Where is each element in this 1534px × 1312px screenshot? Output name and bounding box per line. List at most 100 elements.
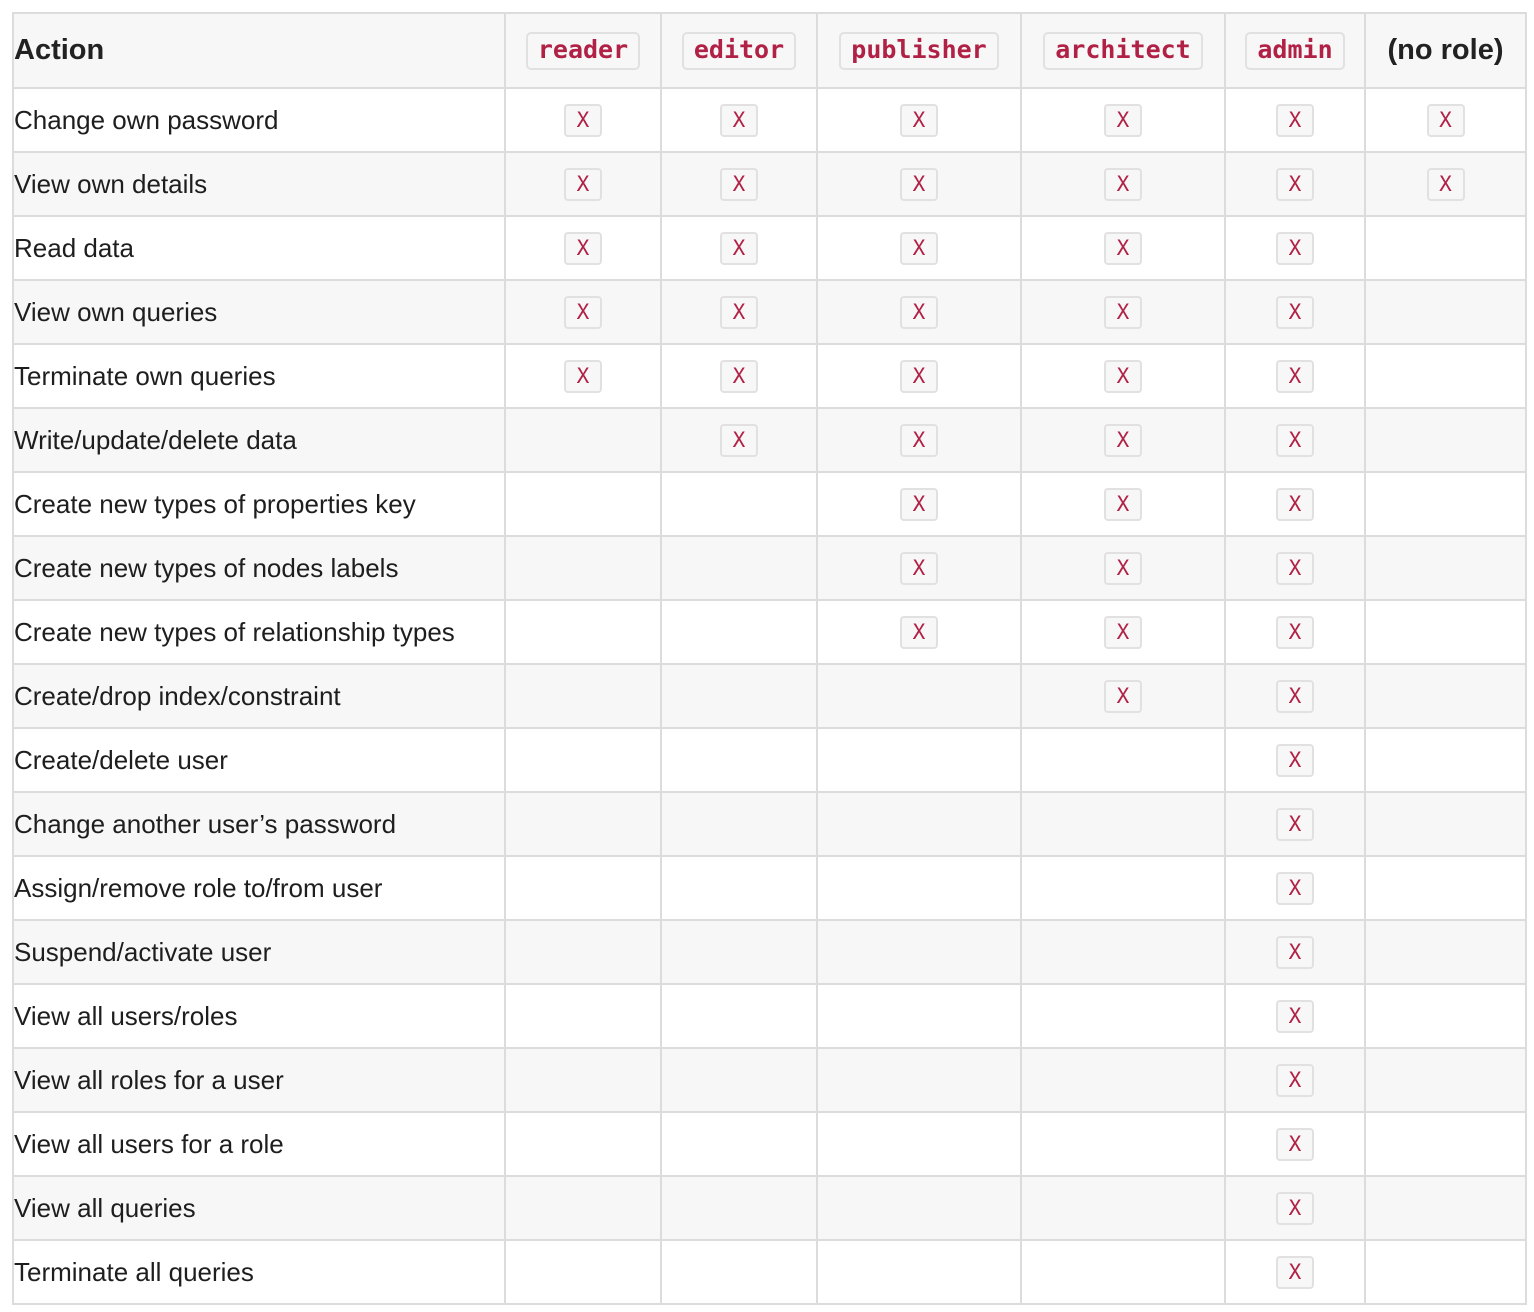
permission-cell-admin: X [1224, 855, 1366, 921]
permission-mark: X [720, 104, 758, 137]
permission-cell-publisher [816, 727, 1022, 793]
column-header-editor: editor [660, 12, 818, 89]
table-row: View own queries X X X X X [12, 279, 1527, 345]
table-row: Read data X X X X X [12, 215, 1527, 281]
permission-mark: X [1276, 808, 1314, 841]
role-code-architect: architect [1043, 31, 1203, 70]
role-code-publisher: publisher [839, 31, 999, 70]
permission-cell-reader: X [504, 279, 662, 345]
permission-cell-architect [1020, 1175, 1226, 1241]
permission-cell-reader [504, 599, 662, 665]
permission-mark: X [1104, 488, 1142, 521]
permission-mark: X [1104, 552, 1142, 585]
permission-cell-editor [660, 663, 818, 729]
permission-cell-editor [660, 1175, 818, 1241]
permission-cell-no-role [1364, 663, 1527, 729]
permission-cell-publisher [816, 1239, 1022, 1305]
permission-mark: X [900, 424, 938, 457]
column-header-admin: admin [1224, 12, 1366, 89]
role-code-admin: admin [1245, 31, 1345, 70]
action-cell: Create/delete user [12, 727, 506, 793]
permission-cell-reader [504, 1047, 662, 1113]
permission-mark: X [900, 104, 938, 137]
action-cell: View own details [12, 151, 506, 217]
permission-mark: X [1276, 552, 1314, 585]
permission-cell-editor [660, 1111, 818, 1177]
table-row: Terminate all queries X [12, 1239, 1527, 1305]
permission-mark: X [1276, 424, 1314, 457]
role-permissions-table: Action reader editor publisher architect… [12, 12, 1527, 1305]
permission-mark: X [900, 360, 938, 393]
table-row: Suspend/activate user X [12, 919, 1527, 985]
permission-mark: X [900, 296, 938, 329]
permission-cell-reader [504, 471, 662, 537]
permission-cell-editor [660, 791, 818, 857]
permission-cell-reader: X [504, 87, 662, 153]
permission-mark: X [720, 296, 758, 329]
table-row: Create new types of nodes labels X X X [12, 535, 1527, 601]
permission-cell-editor [660, 599, 818, 665]
role-code-editor: editor [681, 31, 797, 70]
permission-cell-publisher: X [816, 343, 1022, 409]
permission-mark: X [1276, 168, 1314, 201]
permission-cell-publisher [816, 791, 1022, 857]
permission-mark: X [1276, 1064, 1314, 1097]
action-cell: Terminate all queries [12, 1239, 506, 1305]
permission-cell-admin: X [1224, 919, 1366, 985]
table-row: Create/drop index/constraint X X [12, 663, 1527, 729]
table-row: Change another user’s password X [12, 791, 1527, 857]
permission-cell-reader: X [504, 151, 662, 217]
permission-mark: X [1276, 680, 1314, 713]
permission-cell-architect [1020, 983, 1226, 1049]
permission-cell-admin: X [1224, 87, 1366, 153]
permission-cell-no-role [1364, 343, 1527, 409]
action-cell: View all users for a role [12, 1111, 506, 1177]
permission-mark: X [720, 424, 758, 457]
permission-cell-admin: X [1224, 343, 1366, 409]
permission-cell-editor [660, 1047, 818, 1113]
permission-mark: X [1276, 936, 1314, 969]
permission-mark: X [900, 488, 938, 521]
permission-mark: X [720, 168, 758, 201]
permission-cell-architect: X [1020, 471, 1226, 537]
permission-cell-architect: X [1020, 343, 1226, 409]
permission-mark: X [564, 168, 602, 201]
table-row: View all users for a role X [12, 1111, 1527, 1177]
permission-cell-publisher: X [816, 535, 1022, 601]
permission-cell-reader: X [504, 343, 662, 409]
permission-cell-publisher: X [816, 599, 1022, 665]
permission-mark: X [1104, 680, 1142, 713]
permission-cell-editor: X [660, 343, 818, 409]
permission-cell-reader [504, 919, 662, 985]
permission-cell-editor [660, 1239, 818, 1305]
permission-cell-editor [660, 535, 818, 601]
permission-mark: X [1276, 616, 1314, 649]
permission-mark: X [900, 616, 938, 649]
permission-cell-reader [504, 1111, 662, 1177]
table-row: Change own password X X X X X X [12, 87, 1527, 153]
permission-mark: X [1104, 616, 1142, 649]
permission-cell-no-role [1364, 279, 1527, 345]
permission-cell-publisher [816, 1175, 1022, 1241]
permission-cell-reader [504, 983, 662, 1049]
permission-cell-publisher [816, 1111, 1022, 1177]
permission-cell-editor: X [660, 215, 818, 281]
permission-cell-no-role: X [1364, 87, 1527, 153]
permission-cell-admin: X [1224, 1047, 1366, 1113]
column-header-no-role: (no role) [1364, 12, 1527, 89]
permission-cell-editor [660, 919, 818, 985]
permission-cell-architect [1020, 919, 1226, 985]
permission-cell-no-role [1364, 983, 1527, 1049]
permission-cell-publisher: X [816, 87, 1022, 153]
action-cell: View all queries [12, 1175, 506, 1241]
table-row: View all roles for a user X [12, 1047, 1527, 1113]
permission-cell-no-role [1364, 535, 1527, 601]
permission-cell-editor [660, 727, 818, 793]
permission-cell-publisher [816, 983, 1022, 1049]
permission-mark: X [1276, 232, 1314, 265]
permission-cell-reader [504, 791, 662, 857]
permission-mark: X [1276, 1000, 1314, 1033]
permission-cell-no-role [1364, 215, 1527, 281]
permission-cell-reader [504, 1239, 662, 1305]
action-cell: Create/drop index/constraint [12, 663, 506, 729]
